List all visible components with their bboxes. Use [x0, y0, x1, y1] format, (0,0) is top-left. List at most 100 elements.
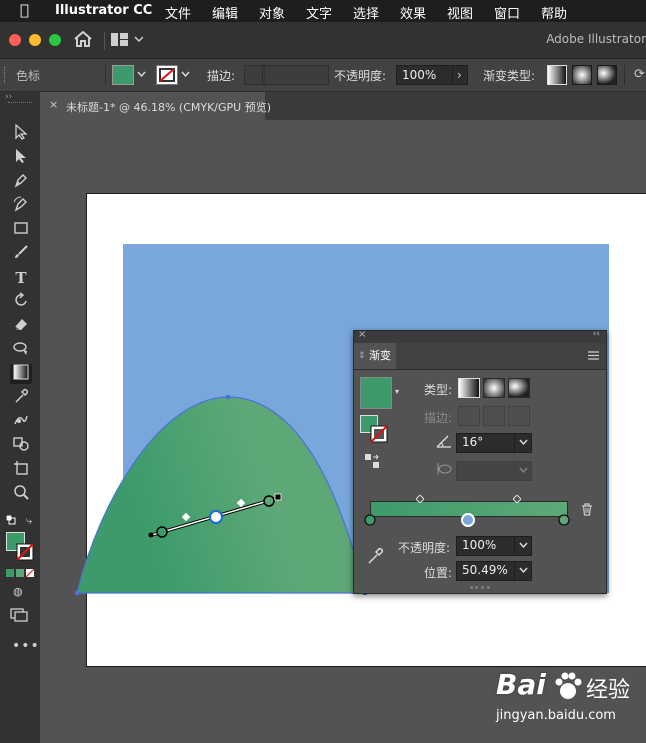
- fill-swatch[interactable]: [112, 65, 134, 85]
- menu-app-name[interactable]: Illustrator CC: [55, 3, 152, 18]
- menu-window[interactable]: 窗口: [494, 3, 520, 22]
- selection-tool-icon[interactable]: [10, 123, 32, 144]
- aspect-ratio-chevron-icon[interactable]: [514, 462, 531, 480]
- stop-opacity-dropdown[interactable]: 100%: [456, 536, 532, 556]
- document-title: 未标题-1* @ 46.18% (CMYK/GPU 预览): [66, 101, 271, 114]
- radial-gradient-type-icon[interactable]: [483, 378, 505, 398]
- control-bar: 色标 描边: 不透明度: 100% › 渐变类型: ⟳: [0, 59, 646, 92]
- panel-header-bar[interactable]: × ‹‹: [354, 329, 606, 343]
- gradient-presets-dropdown-icon[interactable]: ▾: [395, 387, 399, 396]
- stroke-dropdown-chevron-icon[interactable]: [181, 69, 190, 80]
- freeform-gradient-type-icon[interactable]: [508, 378, 530, 398]
- application-bar: Adobe Illustrator: [0, 22, 646, 59]
- artboard-tool-icon[interactable]: [10, 460, 32, 480]
- stroke-color-box-none[interactable]: [16, 543, 34, 564]
- edit-toolbar-icon[interactable]: •••: [12, 638, 40, 654]
- gradient-midpoint-diamond[interactable]: [512, 492, 522, 506]
- rectangle-tool-icon[interactable]: [10, 220, 32, 240]
- paintbrush-tool-icon[interactable]: [10, 244, 32, 264]
- eyedropper-tool-icon[interactable]: [10, 388, 32, 408]
- control-bar-grip[interactable]: [4, 67, 7, 83]
- lasso-warp-tool-icon[interactable]: [10, 340, 32, 360]
- tab-gradient[interactable]: ⇕ 渐变: [354, 343, 396, 369]
- aspect-ratio-dropdown[interactable]: [456, 461, 532, 481]
- puppet-warp-tool-icon[interactable]: [10, 412, 32, 432]
- linear-gradient-type-icon[interactable]: [458, 378, 480, 398]
- panel-menu-icon[interactable]: [588, 349, 599, 363]
- menu-edit[interactable]: 编辑: [212, 3, 238, 22]
- apple-icon[interactable]: : [20, 1, 29, 19]
- aspect-ratio-icon: [436, 462, 452, 479]
- curvature-tool-icon[interactable]: [10, 196, 32, 216]
- stroke-gradient-within-icon[interactable]: [458, 406, 480, 426]
- eraser-tool-icon[interactable]: [10, 316, 32, 336]
- delete-stop-trash-icon[interactable]: [581, 503, 593, 519]
- gradient-tool-icon[interactable]: [10, 364, 32, 384]
- menu-select[interactable]: 选择: [353, 3, 379, 22]
- fill-dropdown-chevron-icon[interactable]: [137, 69, 146, 80]
- tools-grip[interactable]: [8, 102, 32, 103]
- stop-opacity-value[interactable]: 100%: [462, 538, 496, 552]
- recolor-icon[interactable]: ⟳: [634, 67, 645, 82]
- screen-mode-icon[interactable]: [10, 608, 28, 625]
- paw-logo-icon: [552, 670, 584, 705]
- stop-location-value[interactable]: 50.49%: [462, 563, 508, 577]
- close-panel-icon[interactable]: ×: [358, 329, 366, 340]
- panel-tab-expand-icon[interactable]: ⇕: [358, 343, 366, 369]
- zoom-window-button[interactable]: [49, 34, 61, 46]
- opacity-label: 不透明度:: [398, 541, 451, 555]
- ctrl-divider: [624, 65, 625, 85]
- gradient-stroke-box-none[interactable]: [370, 425, 388, 446]
- freeform-gradient-icon[interactable]: [597, 65, 617, 85]
- gradient-color-stop-start[interactable]: [364, 514, 376, 529]
- stop-location-chevron-icon[interactable]: [514, 562, 531, 580]
- arrange-documents-icon[interactable]: [111, 33, 144, 50]
- home-icon[interactable]: [74, 30, 92, 50]
- opacity-expand-chevron-icon[interactable]: ›: [452, 65, 468, 85]
- collapse-panel-icon[interactable]: ››: [5, 92, 12, 102]
- menu-help[interactable]: 帮助: [541, 3, 567, 22]
- gradient-preview-swatch[interactable]: [360, 377, 392, 409]
- close-document-icon[interactable]: ×: [49, 98, 58, 111]
- angle-dropdown[interactable]: 16°: [456, 433, 532, 453]
- document-tab[interactable]: × 未标题-1* @ 46.18% (CMYK/GPU 预览): [40, 92, 271, 120]
- gradient-color-stop-end[interactable]: [558, 514, 570, 529]
- radial-gradient-icon[interactable]: [572, 65, 592, 85]
- shape-builder-tool-icon[interactable]: [10, 436, 32, 456]
- linear-gradient-icon[interactable]: [547, 65, 567, 85]
- menu-view[interactable]: 视图: [447, 3, 473, 22]
- eyedropper-icon[interactable]: [366, 547, 384, 568]
- menu-type[interactable]: 文字: [306, 3, 332, 22]
- angle-chevron-icon[interactable]: [514, 434, 531, 452]
- stroke-gradient-across-icon[interactable]: [508, 406, 530, 426]
- gradient-midpoint-diamond[interactable]: [415, 492, 425, 506]
- direct-selection-tool-icon[interactable]: [10, 148, 32, 168]
- document-tab-bar: × 未标题-1* @ 46.18% (CMYK/GPU 预览): [40, 92, 646, 120]
- minimize-window-button[interactable]: [29, 34, 41, 46]
- stroke-swatch-none[interactable]: [156, 65, 178, 85]
- pen-tool-icon[interactable]: [10, 172, 32, 192]
- panel-resize-grip[interactable]: [470, 586, 490, 589]
- type-tool-icon[interactable]: T: [10, 268, 32, 288]
- angle-value[interactable]: 16°: [462, 435, 483, 449]
- watermark-url: jingyan.baidu.com: [496, 708, 616, 723]
- stop-location-dropdown[interactable]: 50.49%: [456, 561, 532, 581]
- stop-opacity-chevron-icon[interactable]: [514, 537, 531, 555]
- rotate-tool-icon[interactable]: [10, 292, 32, 312]
- color-mode-buttons[interactable]: [6, 568, 35, 582]
- collapse-panel-icon[interactable]: ‹‹: [593, 329, 600, 339]
- menu-effect[interactable]: 效果: [400, 3, 426, 22]
- gradient-color-stop-selected[interactable]: [460, 512, 476, 531]
- stroke-gradient-along-icon[interactable]: [483, 406, 505, 426]
- draw-mode-icon[interactable]: ◍: [13, 585, 23, 598]
- zoom-tool-icon[interactable]: [10, 484, 32, 504]
- swap-fill-stroke-icon[interactable]: ⤷: [26, 514, 32, 528]
- reverse-gradient-icon[interactable]: [364, 453, 380, 472]
- menu-object[interactable]: 对象: [259, 3, 285, 22]
- default-fill-stroke-icon[interactable]: [5, 514, 16, 528]
- watermark-brand-cn: 经验: [586, 678, 631, 703]
- close-window-button[interactable]: [9, 34, 21, 46]
- stroke-weight-input[interactable]: [262, 65, 329, 85]
- opacity-input[interactable]: 100%: [396, 65, 453, 85]
- menu-file[interactable]: 文件: [165, 3, 191, 22]
